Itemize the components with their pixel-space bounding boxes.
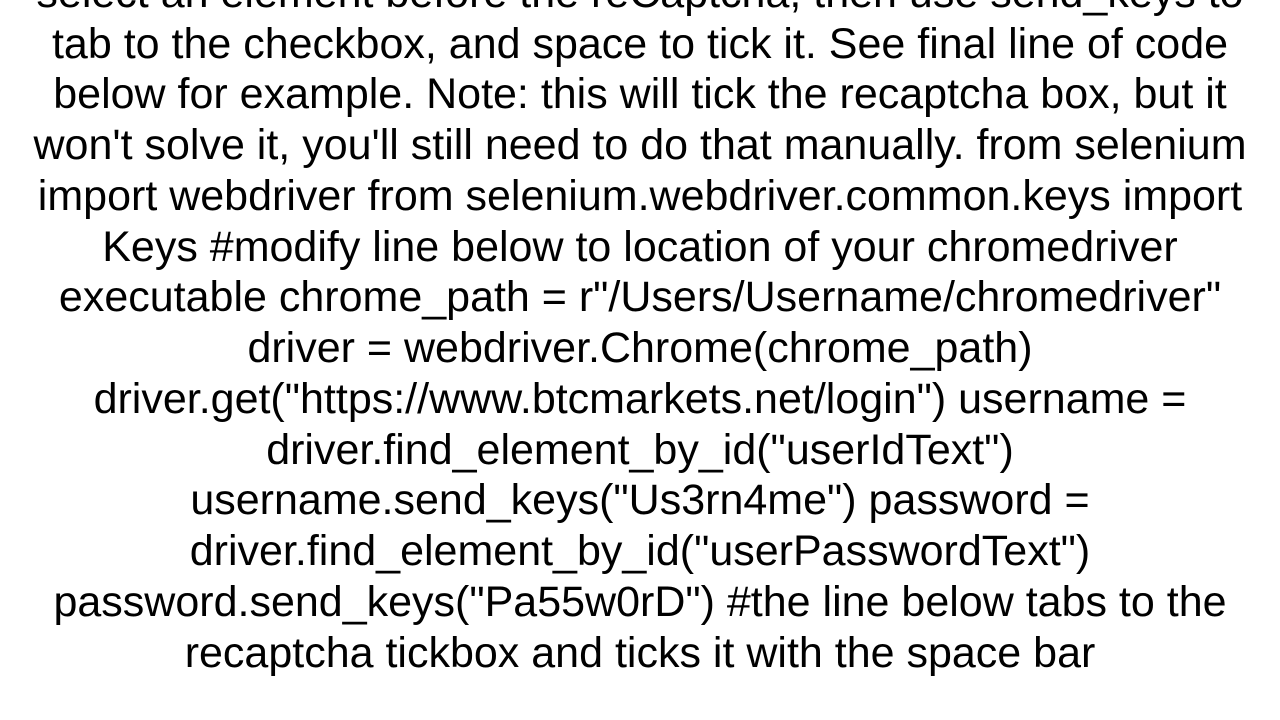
document-body-text: select an element before the reCaptcha, … — [0, 0, 1280, 678]
